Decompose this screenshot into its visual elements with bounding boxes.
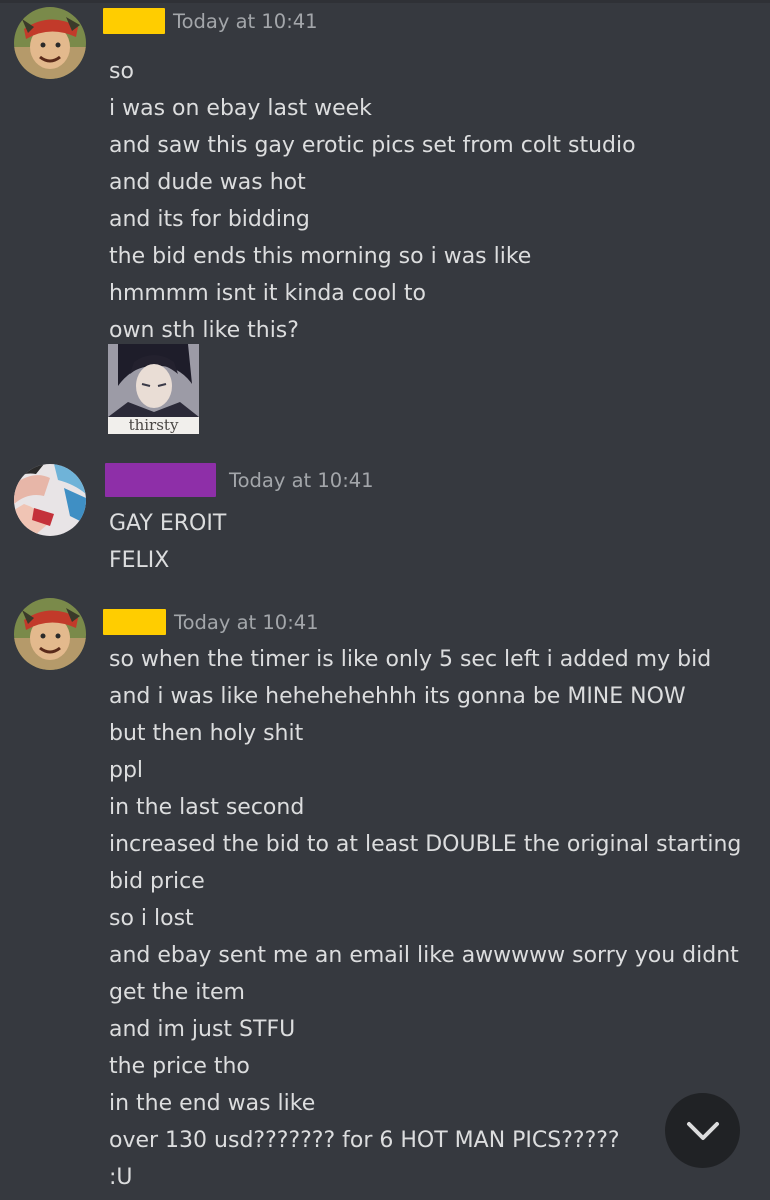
message-line: increased the bid to at least DOUBLE the…: [109, 832, 742, 857]
message-line: in the last second: [109, 795, 305, 820]
message-line: i was on ebay last week: [109, 96, 372, 121]
message-header: Today at 10:41: [103, 7, 318, 35]
sticker-art: [108, 344, 199, 417]
message-lines: so i was on ebay last week and saw this …: [109, 53, 636, 349]
username-redacted[interactable]: [105, 463, 216, 497]
sticker-image[interactable]: thirsty: [108, 344, 199, 434]
message-group-2: Today at 10:41 GAY EROIT FELIX: [0, 463, 770, 584]
message-line: and its for bidding: [109, 207, 310, 232]
message-line: so when the timer is like only 5 sec lef…: [109, 647, 712, 672]
message-line: so i lost: [109, 906, 194, 931]
user-avatar[interactable]: [14, 464, 86, 536]
avatar-image: [14, 598, 86, 670]
message-line: get the item: [109, 980, 245, 1005]
message-line: in the end was like: [109, 1091, 316, 1116]
message-group-3: Today at 10:41 so when the timer is like…: [0, 598, 770, 1198]
message-lines: GAY EROIT FELIX: [109, 505, 226, 579]
sticker-caption: thirsty: [108, 417, 199, 434]
user-avatar[interactable]: [14, 598, 86, 670]
message-lines: so when the timer is like only 5 sec lef…: [109, 641, 741, 1196]
message-line: and im just STFU: [109, 1017, 296, 1042]
message-line: FELIX: [109, 548, 170, 573]
message-line: so: [109, 59, 134, 84]
chevron-down-icon: [686, 1121, 719, 1140]
message-line: and saw this gay erotic pics set from co…: [109, 133, 636, 158]
timestamp: Today at 10:41: [173, 9, 318, 33]
message-header: Today at 10:41: [105, 463, 374, 497]
message-line: but then holy shit: [109, 721, 304, 746]
message-line: bid price: [109, 869, 205, 894]
message-line: and dude was hot: [109, 170, 306, 195]
message-line: GAY EROIT: [109, 511, 227, 536]
timestamp: Today at 10:41: [174, 610, 319, 634]
avatar-image: [14, 7, 86, 79]
username-redacted[interactable]: [103, 609, 166, 635]
message-header: Today at 10:41: [103, 608, 319, 636]
top-edge: [0, 0, 770, 3]
message-line: and i was like hehehehehhh its gonna be …: [109, 684, 686, 709]
message-line: the price tho: [109, 1054, 250, 1079]
message-line: the bid ends this morning so i was like: [109, 244, 532, 269]
timestamp: Today at 10:41: [229, 468, 374, 492]
message-line: ppl: [109, 758, 144, 783]
message-group-1: Today at 10:41 so i was on ebay last wee…: [0, 7, 770, 437]
message-line: and ebay sent me an email like awwwww so…: [109, 943, 739, 968]
scroll-to-bottom-button[interactable]: [665, 1093, 740, 1168]
avatar-image: [14, 464, 86, 536]
message-line: hmmmm isnt it kinda cool to: [109, 281, 426, 306]
message-line: over 130 usd??????? for 6 HOT MAN PICS??…: [109, 1128, 620, 1153]
user-avatar[interactable]: [14, 7, 86, 79]
message-line: :U: [109, 1165, 133, 1190]
username-redacted[interactable]: [103, 8, 165, 34]
